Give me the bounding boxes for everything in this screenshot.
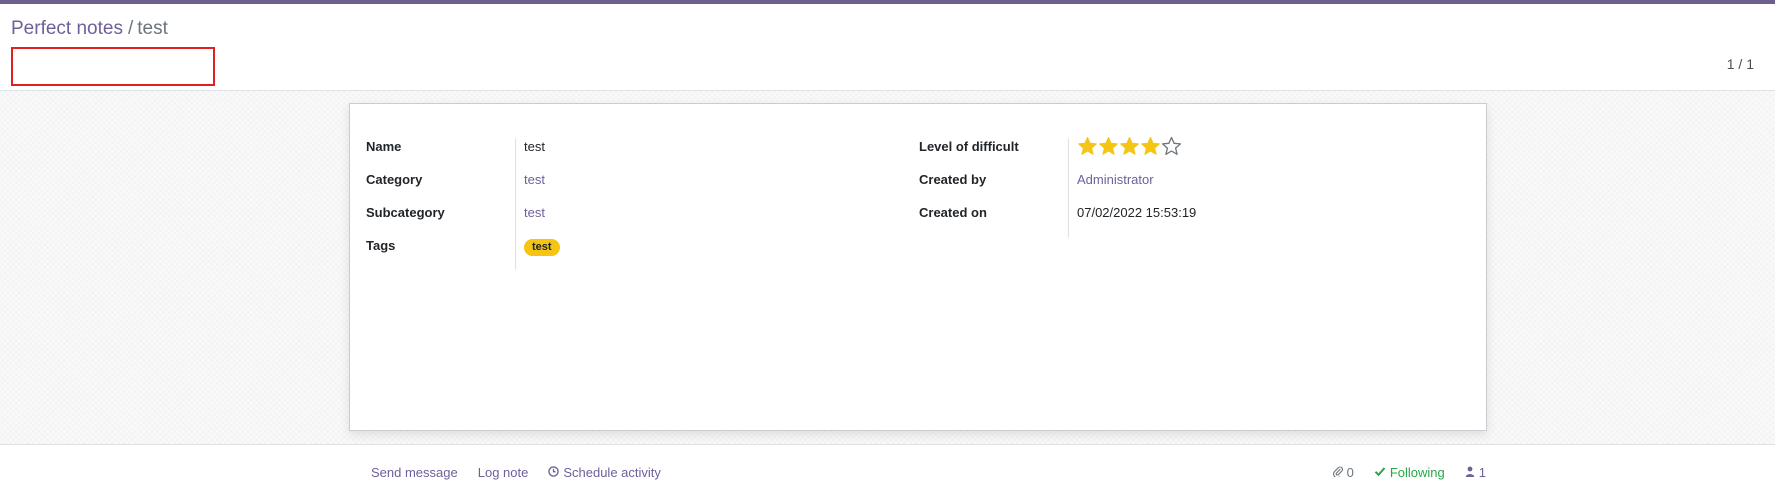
tags-label: Tags <box>366 238 396 253</box>
user-icon <box>1465 466 1475 480</box>
pager-value[interactable]: 1 / 1 <box>1727 56 1754 72</box>
breadcrumb-parent-link[interactable]: Perfect notes <box>11 18 123 39</box>
log-note-button[interactable]: Log note <box>478 465 529 480</box>
star-empty-icon[interactable] <box>1161 136 1182 156</box>
attachments-count: 0 <box>1346 465 1354 480</box>
subcategory-link[interactable]: test <box>524 204 545 222</box>
breadcrumb: Perfect notes / test <box>11 16 168 42</box>
breadcrumb-separator: / <box>127 18 134 39</box>
chatter: Send message Log note Schedule activity … <box>0 445 1775 480</box>
highlighted-button-area[interactable] <box>11 47 215 86</box>
name-value: test <box>524 139 545 154</box>
followers-count: 1 <box>1478 465 1486 480</box>
followers-button[interactable]: 1 <box>1465 465 1486 480</box>
schedule-activity-button[interactable]: Schedule activity <box>548 465 661 480</box>
form-sheet: Name test Category test Subcategory test… <box>349 103 1487 431</box>
created-by-link[interactable]: Administrator <box>1077 171 1154 189</box>
right-group-divider <box>1068 138 1069 238</box>
star-filled-icon[interactable] <box>1119 136 1140 156</box>
schedule-activity-label: Schedule activity <box>563 465 661 480</box>
tags-value: test <box>524 237 560 256</box>
following-label: Following <box>1389 465 1445 480</box>
control-panel: Perfect notes / test 1 / 1 <box>0 4 1775 91</box>
category-link[interactable]: test <box>524 171 545 189</box>
paperclip-icon <box>1332 465 1343 480</box>
following-button[interactable]: Following <box>1374 465 1445 480</box>
clock-icon <box>548 465 560 480</box>
created-by-label: Created by <box>919 172 987 187</box>
tag-badge[interactable]: test <box>524 239 560 256</box>
star-filled-icon[interactable] <box>1077 136 1098 156</box>
left-group-divider <box>515 138 516 270</box>
created-on-value: 07/02/2022 15:53:19 <box>1077 205 1197 220</box>
subcategory-label: Subcategory <box>366 205 445 220</box>
form-view-background: Name test Category test Subcategory test… <box>0 91 1775 445</box>
chatter-topbar: Send message Log note Schedule activity <box>371 465 681 480</box>
category-label: Category <box>366 172 423 187</box>
created-on-label: Created on <box>919 205 987 220</box>
star-filled-icon[interactable] <box>1140 136 1161 156</box>
difficulty-rating <box>1077 136 1182 156</box>
attachments-button[interactable]: 0 <box>1332 465 1354 480</box>
name-label: Name <box>366 139 402 154</box>
star-filled-icon[interactable] <box>1098 136 1119 156</box>
difficulty-label: Level of difficult <box>919 139 1019 154</box>
check-icon <box>1374 466 1386 480</box>
chatter-right-buttons: 0 Following 1 <box>1313 465 1486 480</box>
breadcrumb-current: test <box>137 18 168 39</box>
send-message-button[interactable]: Send message <box>371 465 458 480</box>
